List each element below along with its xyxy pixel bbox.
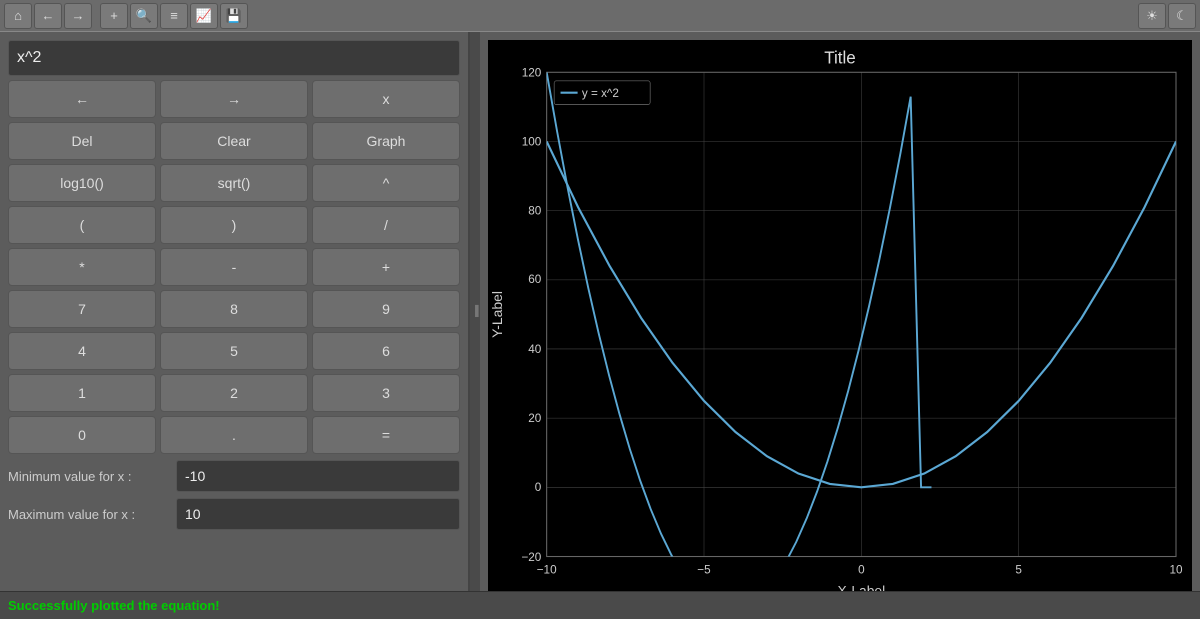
- power-btn[interactable]: ^: [312, 164, 460, 202]
- forward-icon[interactable]: →: [64, 3, 92, 29]
- expression-display[interactable]: x^2: [8, 40, 460, 76]
- svg-text:100: 100: [522, 135, 542, 148]
- search-icon[interactable]: 🔍: [130, 3, 158, 29]
- back-icon[interactable]: ←: [34, 3, 62, 29]
- calculator-panel: x^2 ← → x Del Clear Graph log10() sqrt()…: [0, 32, 470, 591]
- max-value-row: Maximum value for x :: [8, 498, 460, 530]
- delete-btn[interactable]: Del: [8, 122, 156, 160]
- svg-text:60: 60: [528, 273, 541, 286]
- four-btn[interactable]: 4: [8, 332, 156, 370]
- status-bar: Successfully plotted the equation!: [0, 591, 1200, 619]
- decimal-btn[interactable]: .: [160, 416, 308, 454]
- svg-text:0: 0: [535, 481, 542, 494]
- max-value-input[interactable]: [176, 498, 460, 530]
- min-value-row: Minimum value for x :: [8, 460, 460, 492]
- sqrt-btn[interactable]: sqrt(): [160, 164, 308, 202]
- eight-btn[interactable]: 8: [160, 290, 308, 328]
- graph-title: Title: [824, 48, 856, 68]
- add-icon[interactable]: +: [100, 3, 128, 29]
- two-btn[interactable]: 2: [160, 374, 308, 412]
- zero-btn[interactable]: 0: [8, 416, 156, 454]
- svg-text:40: 40: [528, 343, 541, 356]
- divide-btn[interactable]: /: [312, 206, 460, 244]
- brightness-icon[interactable]: ☀: [1138, 3, 1166, 29]
- left-arrow-btn[interactable]: ←: [8, 80, 156, 118]
- resize-handle[interactable]: [470, 32, 480, 591]
- three-btn[interactable]: 3: [312, 374, 460, 412]
- moon-icon[interactable]: ☾: [1168, 3, 1196, 29]
- right-arrow-btn[interactable]: →: [160, 80, 308, 118]
- graph-btn[interactable]: Graph: [312, 122, 460, 160]
- toolbar: ⌂ ← → + 🔍 ≡ 📈 💾 ☀ ☾: [0, 0, 1200, 32]
- max-value-label: Maximum value for x :: [8, 507, 168, 522]
- svg-text:120: 120: [522, 67, 542, 80]
- graph-container: Title: [488, 40, 1192, 591]
- main-area: x^2 ← → x Del Clear Graph log10() sqrt()…: [0, 32, 1200, 591]
- close-paren-btn[interactable]: ): [160, 206, 308, 244]
- x-axis-label: X-Label: [837, 582, 885, 591]
- clear-btn[interactable]: Clear: [160, 122, 308, 160]
- svg-text:10: 10: [1169, 564, 1182, 577]
- save-icon[interactable]: 💾: [220, 3, 248, 29]
- min-value-label: Minimum value for x :: [8, 469, 168, 484]
- variable-x-btn[interactable]: x: [312, 80, 460, 118]
- svg-text:−20: −20: [521, 551, 541, 564]
- status-message: Successfully plotted the equation!: [8, 598, 220, 613]
- legend-label: y = x^2: [582, 87, 619, 100]
- svg-text:−5: −5: [697, 564, 711, 577]
- nine-btn[interactable]: 9: [312, 290, 460, 328]
- svg-text:0: 0: [858, 564, 865, 577]
- log10-btn[interactable]: log10(): [8, 164, 156, 202]
- multiply-btn[interactable]: *: [8, 248, 156, 286]
- add-btn[interactable]: +: [312, 248, 460, 286]
- y-axis-label: Y-Label: [489, 291, 505, 338]
- one-btn[interactable]: 1: [8, 374, 156, 412]
- equals-btn[interactable]: =: [312, 416, 460, 454]
- seven-btn[interactable]: 7: [8, 290, 156, 328]
- open-paren-btn[interactable]: (: [8, 206, 156, 244]
- five-btn[interactable]: 5: [160, 332, 308, 370]
- svg-text:5: 5: [1015, 564, 1022, 577]
- graph-svg: Title: [488, 40, 1192, 591]
- home-icon[interactable]: ⌂: [4, 3, 32, 29]
- button-grid: ← → x Del Clear Graph log10() sqrt() ^ (…: [8, 80, 460, 454]
- svg-text:−10: −10: [537, 564, 557, 577]
- graph-panel: Title: [480, 32, 1200, 591]
- svg-text:80: 80: [528, 204, 541, 217]
- subtract-btn[interactable]: -: [160, 248, 308, 286]
- min-value-input[interactable]: [176, 460, 460, 492]
- chart-icon[interactable]: 📈: [190, 3, 218, 29]
- six-btn[interactable]: 6: [312, 332, 460, 370]
- svg-text:20: 20: [528, 412, 541, 425]
- settings-icon[interactable]: ≡: [160, 3, 188, 29]
